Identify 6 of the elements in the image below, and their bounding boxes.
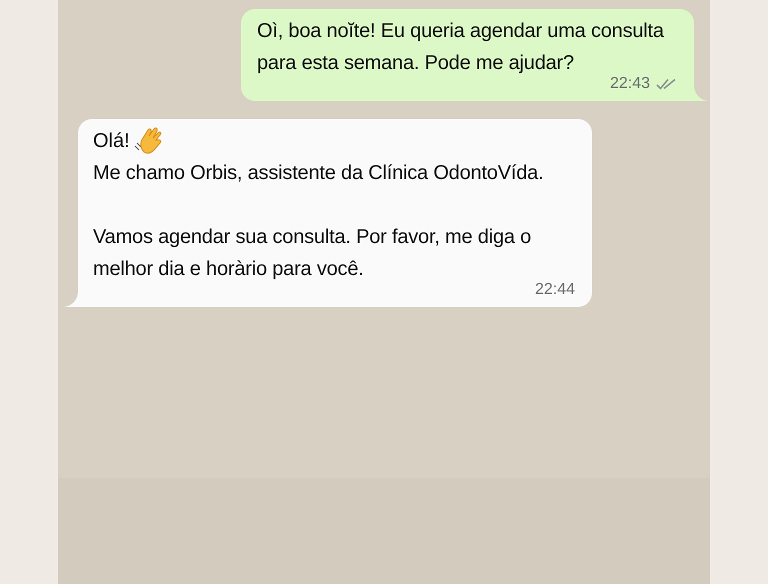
message-text: Oì, boa noĭte! Eu queria agendar uma consulta para esta semana. Pode me ajudar? [257,19,665,76]
message-time: 22:44 [534,281,575,299]
message-text: Me chamo Orbis, assistente da Clínica OdontoVída. [93,161,544,186]
message-time: 22:43 [610,75,650,93]
message-text: Vamos agendar sua consulta. Por favor, me diga o melhor dia e horàrio para você. [93,225,532,282]
message-text: Olá! [93,129,130,154]
